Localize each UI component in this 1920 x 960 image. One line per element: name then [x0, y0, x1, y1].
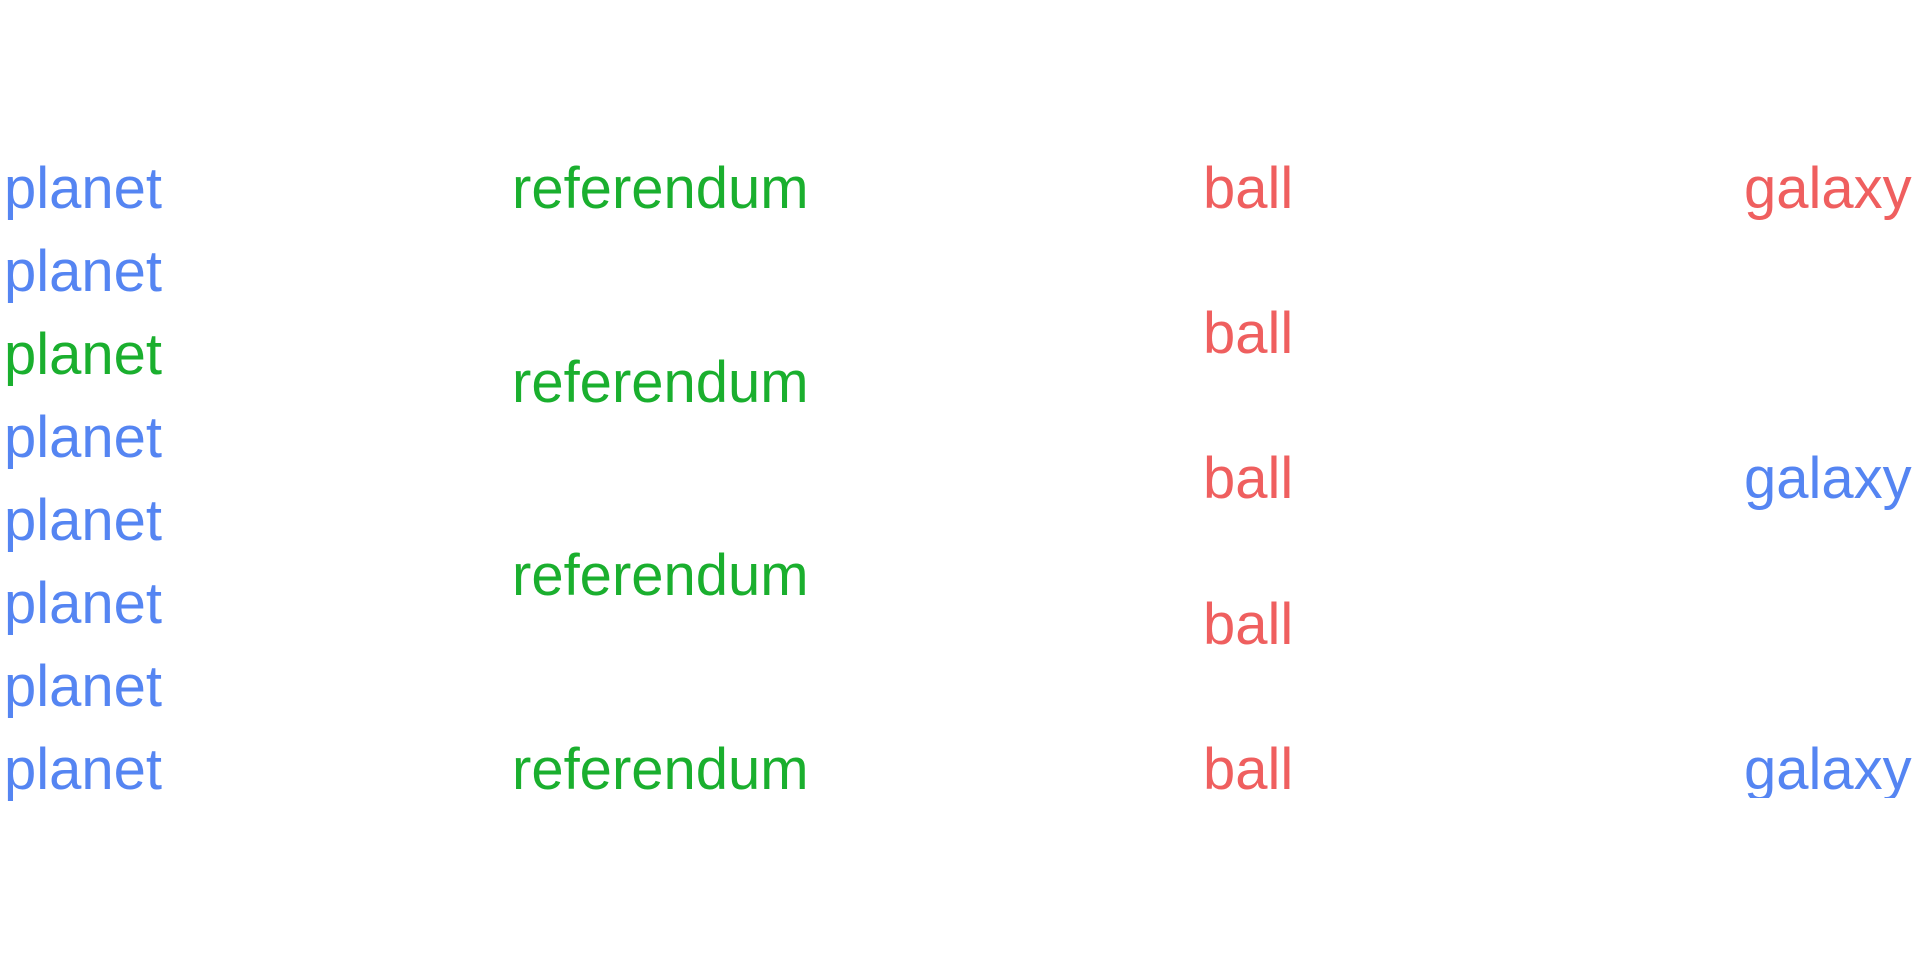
- word-label: ball: [1203, 592, 1294, 657]
- word-display: planet planet planet planet planet planet plan…: [0, 0, 1920, 960]
- word-label: referendum: [512, 543, 809, 608]
- word-label: galaxy: [1744, 446, 1912, 511]
- word-label: planet: [4, 322, 163, 387]
- word-label: planet: [4, 737, 163, 802]
- word-label: planet: [4, 488, 163, 553]
- word-label: planet: [4, 156, 163, 221]
- word-label: planet: [4, 405, 163, 470]
- word-label: referendum: [512, 156, 809, 221]
- word-label: galaxy: [1744, 156, 1912, 221]
- word-label: planet: [4, 654, 163, 719]
- word-label: planet: [4, 571, 163, 636]
- word-label: planet: [4, 239, 163, 304]
- word-label: galaxy: [1744, 741, 1912, 798]
- word-label: ball: [1203, 301, 1294, 366]
- word-label: referendum: [512, 350, 809, 415]
- word-label: ball: [1203, 737, 1294, 802]
- word-label: ball: [1203, 156, 1294, 221]
- word-label: referendum: [512, 737, 809, 802]
- word-label: ball: [1203, 446, 1294, 511]
